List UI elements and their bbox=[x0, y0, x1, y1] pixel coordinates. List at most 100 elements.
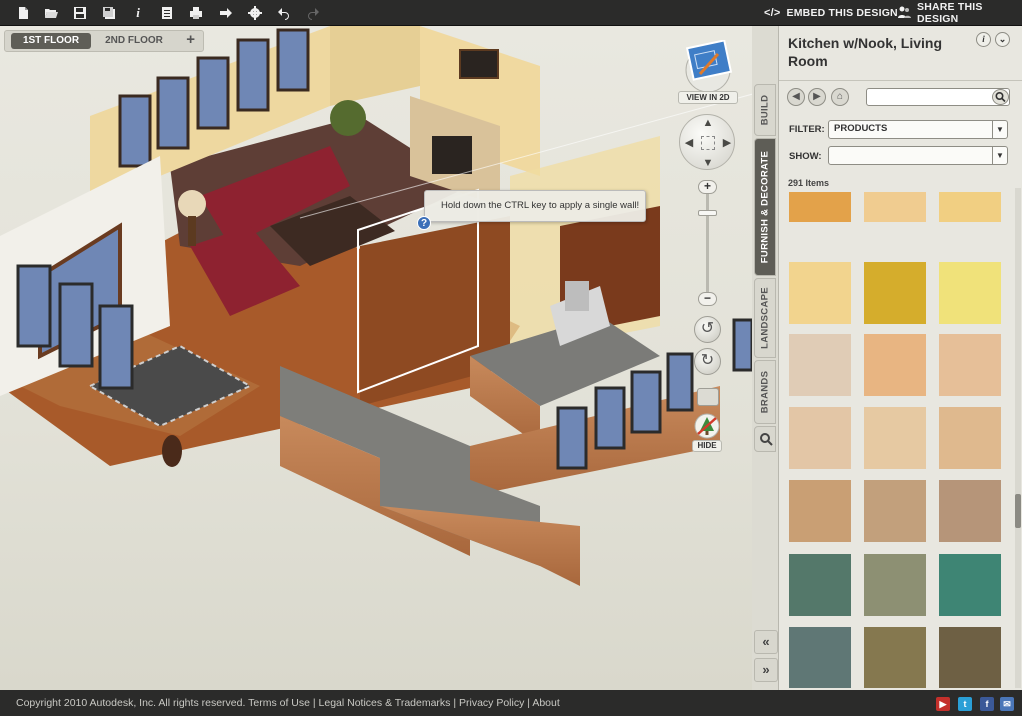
color-swatch[interactable] bbox=[789, 407, 851, 469]
color-swatch[interactable] bbox=[939, 480, 1001, 542]
hint-tooltip: Hold down the CTRL key to apply a single… bbox=[424, 190, 646, 222]
terms-link[interactable]: Terms of Use bbox=[248, 697, 310, 709]
privacy-link[interactable]: Privacy Policy bbox=[459, 697, 524, 709]
list-icon[interactable] bbox=[158, 4, 176, 22]
panel-info-icon[interactable]: i bbox=[976, 32, 991, 47]
color-swatch[interactable] bbox=[939, 554, 1001, 616]
hide-walls-button[interactable]: HIDE bbox=[690, 412, 724, 454]
floor-plan-scene[interactable] bbox=[0, 26, 752, 690]
info-icon[interactable]: i bbox=[129, 4, 147, 22]
footer-text: Copyright 2010 Autodesk, Inc. All rights… bbox=[16, 697, 560, 709]
chevron-down-icon: ▼ bbox=[992, 147, 1007, 164]
color-swatch[interactable] bbox=[789, 262, 851, 324]
color-swatch[interactable] bbox=[864, 480, 926, 542]
tab-search[interactable] bbox=[754, 426, 776, 452]
copyright-text: Copyright 2010 Autodesk, Inc. All rights… bbox=[16, 697, 246, 709]
zoom-slider-track[interactable] bbox=[706, 188, 709, 298]
embed-design-label: EMBED THIS DESIGN bbox=[786, 7, 898, 19]
tab-build[interactable]: BUILD bbox=[754, 84, 776, 136]
undo-icon[interactable] bbox=[275, 4, 293, 22]
chevron-down-icon: ▼ bbox=[992, 121, 1007, 138]
tab-2nd-floor[interactable]: 2ND FLOOR bbox=[95, 33, 173, 49]
share-design-label: SHARE THIS DESIGN bbox=[917, 1, 983, 25]
forward-icon[interactable]: ▶ bbox=[808, 88, 826, 106]
collapse-down-button[interactable]: » bbox=[754, 658, 778, 682]
color-swatch[interactable] bbox=[789, 554, 851, 616]
tab-brands[interactable]: BRANDS bbox=[754, 360, 776, 424]
redo-icon[interactable] bbox=[304, 4, 322, 22]
magnifier-icon bbox=[995, 91, 1006, 103]
open-folder-icon[interactable] bbox=[42, 4, 60, 22]
new-file-icon[interactable] bbox=[14, 4, 32, 22]
back-icon[interactable]: ◀ bbox=[787, 88, 805, 106]
tab-landscape-label: LANDSCAPE bbox=[759, 287, 771, 349]
export-icon[interactable] bbox=[217, 4, 235, 22]
top-toolbar: i </> EMBED THIS DESIGN SHARE THIS DESIG… bbox=[0, 0, 1022, 26]
swatch-scrollbar[interactable] bbox=[1015, 188, 1021, 688]
pan-right-icon[interactable]: ▶ bbox=[720, 136, 734, 150]
panel-collapse-icon[interactable]: ⌄ bbox=[995, 32, 1010, 47]
zoom-slider-thumb[interactable] bbox=[698, 210, 717, 217]
filter-select[interactable]: PRODUCTS ▼ bbox=[828, 120, 1008, 139]
share-design-button[interactable]: SHARE THIS DESIGN bbox=[898, 0, 1022, 26]
tab-furnish-decorate[interactable]: FURNISH & DECORATE bbox=[754, 138, 776, 276]
swatch-scrollbar-thumb[interactable] bbox=[1015, 494, 1021, 528]
panel-divider bbox=[779, 80, 1022, 81]
tab-1st-floor[interactable]: 1ST FLOOR bbox=[11, 33, 91, 49]
catalog-search-input[interactable] bbox=[866, 88, 1010, 106]
color-swatch[interactable] bbox=[789, 627, 851, 688]
facebook-icon[interactable]: f bbox=[980, 697, 994, 711]
about-link[interactable]: About bbox=[532, 697, 559, 709]
color-swatch[interactable] bbox=[864, 554, 926, 616]
hide-label: HIDE bbox=[692, 440, 722, 452]
floor-tabs: 1ST FLOOR 2ND FLOOR + bbox=[4, 30, 204, 52]
tab-furnish-decorate-label: FURNISH & DECORATE bbox=[759, 150, 771, 264]
home-icon[interactable]: ⌂ bbox=[831, 88, 849, 106]
legal-link[interactable]: Legal Notices & Trademarks bbox=[319, 697, 451, 709]
color-swatch[interactable] bbox=[939, 407, 1001, 469]
catalog-panel: Kitchen w/Nook, Living Room i ⌄ ◀ ▶ ⌂ FI… bbox=[778, 26, 1022, 690]
color-swatch[interactable] bbox=[789, 334, 851, 396]
users-icon bbox=[898, 6, 911, 21]
collapse-up-button[interactable]: « bbox=[754, 630, 778, 654]
rotate-right-icon[interactable]: ↻ bbox=[694, 348, 721, 375]
view-in-2d-button[interactable]: VIEW IN 2D bbox=[678, 39, 738, 104]
zoom-out-button[interactable]: − bbox=[698, 292, 717, 306]
print-icon[interactable] bbox=[187, 4, 205, 22]
help-icon[interactable]: ? bbox=[417, 216, 431, 230]
youtube-icon[interactable]: ▶ bbox=[936, 697, 950, 711]
add-floor-button[interactable]: + bbox=[186, 31, 195, 48]
embed-design-button[interactable]: </> EMBED THIS DESIGN bbox=[764, 0, 898, 26]
swatch-grid bbox=[779, 188, 1015, 688]
recenter-icon[interactable] bbox=[701, 136, 715, 150]
color-swatch[interactable] bbox=[939, 334, 1001, 396]
color-swatch[interactable] bbox=[864, 334, 926, 396]
design-canvas-3d[interactable]: 1ST FLOOR 2ND FLOOR + Hold down the CTRL… bbox=[0, 26, 752, 690]
color-swatch[interactable] bbox=[864, 627, 926, 688]
pan-left-icon[interactable]: ◀ bbox=[682, 136, 696, 150]
view-in-2d-label: VIEW IN 2D bbox=[678, 91, 738, 104]
pan-up-icon[interactable]: ▲ bbox=[701, 116, 715, 130]
color-swatch[interactable] bbox=[864, 407, 926, 469]
twitter-icon[interactable]: t bbox=[958, 697, 972, 711]
side-tabs: BUILD FURNISH & DECORATE LANDSCAPE BRAND… bbox=[752, 84, 778, 454]
color-swatch[interactable] bbox=[789, 192, 851, 222]
color-swatch[interactable] bbox=[864, 262, 926, 324]
settings-gear-icon[interactable] bbox=[246, 4, 264, 22]
color-swatch[interactable] bbox=[864, 192, 926, 222]
camera-view-icon[interactable] bbox=[697, 388, 719, 406]
save-icon[interactable] bbox=[71, 4, 89, 22]
save-as-icon[interactable] bbox=[100, 4, 118, 22]
color-swatch[interactable] bbox=[789, 480, 851, 542]
zoom-in-button[interactable]: + bbox=[698, 180, 717, 194]
tab-landscape[interactable]: LANDSCAPE bbox=[754, 278, 776, 358]
search-button[interactable] bbox=[992, 89, 1009, 105]
pan-down-icon[interactable]: ▼ bbox=[701, 156, 715, 170]
email-icon[interactable]: ✉ bbox=[1000, 697, 1014, 711]
color-swatch[interactable] bbox=[939, 627, 1001, 688]
color-swatch[interactable] bbox=[939, 192, 1001, 222]
color-swatch[interactable] bbox=[939, 262, 1001, 324]
tab-build-label: BUILD bbox=[759, 94, 771, 126]
show-select[interactable]: ▼ bbox=[828, 146, 1008, 165]
rotate-left-icon[interactable]: ↺ bbox=[694, 316, 721, 343]
